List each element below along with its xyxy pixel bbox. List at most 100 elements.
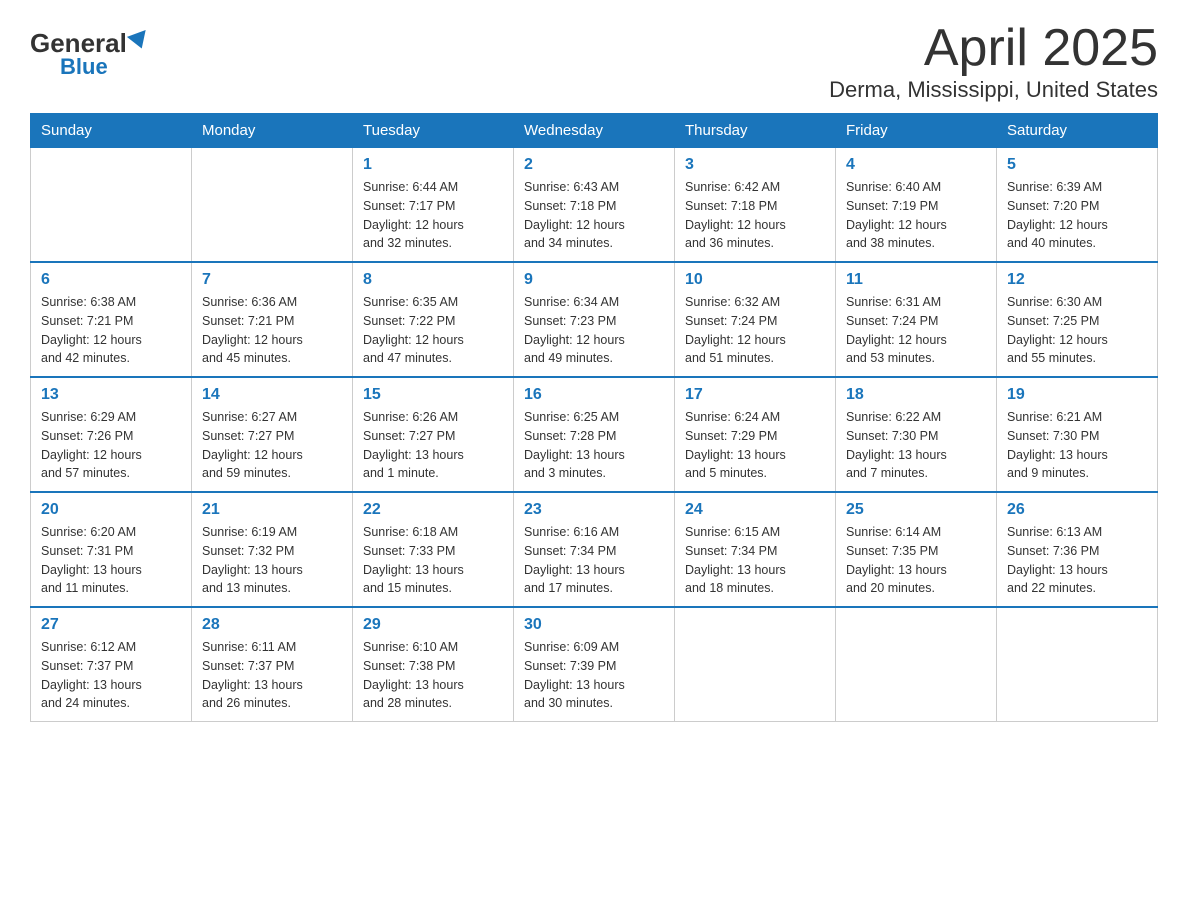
day-number: 26 xyxy=(1007,501,1147,519)
calendar-cell-w2-d4: 17 Sunrise: 6:24 AM Sunset: 7:29 PM Dayli… xyxy=(675,377,836,492)
day-info: Sunrise: 6:10 AM Sunset: 7:38 PM Dayligh… xyxy=(363,638,503,713)
day-info: Sunrise: 6:43 AM Sunset: 7:18 PM Dayligh… xyxy=(524,178,664,253)
calendar-title: April 2025 xyxy=(829,20,1158,77)
day-info: Sunrise: 6:24 AM Sunset: 7:29 PM Dayligh… xyxy=(685,408,825,483)
calendar-cell-w2-d1: 14 Sunrise: 6:27 AM Sunset: 7:27 PM Dayli… xyxy=(192,377,353,492)
day-number: 20 xyxy=(41,501,181,519)
day-info: Sunrise: 6:14 AM Sunset: 7:35 PM Dayligh… xyxy=(846,523,986,598)
calendar-week-4: 27 Sunrise: 6:12 AM Sunset: 7:37 PM Dayli… xyxy=(31,607,1158,722)
header-tuesday: Tuesday xyxy=(353,114,514,148)
day-info: Sunrise: 6:22 AM Sunset: 7:30 PM Dayligh… xyxy=(846,408,986,483)
header-monday: Monday xyxy=(192,114,353,148)
logo-triangle-icon xyxy=(127,30,151,52)
day-number: 8 xyxy=(363,271,503,289)
day-info: Sunrise: 6:19 AM Sunset: 7:32 PM Dayligh… xyxy=(202,523,342,598)
calendar-cell-w3-d2: 22Sunrise: 6:18 AM Sunset: 7:33 PM Dayli… xyxy=(353,492,514,607)
calendar-cell-w3-d0: 20 Sunrise: 6:20 AM Sunset: 7:31 PM Dayli… xyxy=(31,492,192,607)
day-number: 12 xyxy=(1007,271,1147,289)
page-header: General Blue April 2025 Derma, Mississip… xyxy=(30,20,1158,103)
header-wednesday: Wednesday xyxy=(514,114,675,148)
calendar-cell-w3-d6: 26Sunrise: 6:13 AM Sunset: 7:36 PM Dayli… xyxy=(997,492,1158,607)
calendar-cell-w1-d5: 11Sunrise: 6:31 AM Sunset: 7:24 PM Dayli… xyxy=(836,262,997,377)
day-number: 22 xyxy=(363,501,503,519)
calendar-cell-w0-d3: 2 Sunrise: 6:43 AM Sunset: 7:18 PM Daylig… xyxy=(514,148,675,263)
day-number: 2 xyxy=(524,156,664,174)
calendar-cell-w4-d6 xyxy=(997,607,1158,722)
calendar-cell-w2-d5: 18 Sunrise: 6:22 AM Sunset: 7:30 PM Dayli… xyxy=(836,377,997,492)
calendar-subtitle: Derma, Mississippi, United States xyxy=(829,77,1158,103)
calendar-cell-w1-d4: 10 Sunrise: 6:32 AM Sunset: 7:24 PM Dayli… xyxy=(675,262,836,377)
day-number: 24 xyxy=(685,501,825,519)
day-number: 3 xyxy=(685,156,825,174)
calendar-table: Sunday Monday Tuesday Wednesday Thursday… xyxy=(30,113,1158,722)
day-info: Sunrise: 6:35 AM Sunset: 7:22 PM Dayligh… xyxy=(363,293,503,368)
day-number: 29 xyxy=(363,616,503,634)
day-number: 1 xyxy=(363,156,503,174)
day-number: 28 xyxy=(202,616,342,634)
day-number: 17 xyxy=(685,386,825,404)
logo-blue: Blue xyxy=(60,56,108,78)
day-number: 14 xyxy=(202,386,342,404)
day-number: 15 xyxy=(363,386,503,404)
day-number: 19 xyxy=(1007,386,1147,404)
calendar-body: 1 Sunrise: 6:44 AM Sunset: 7:17 PM Daylig… xyxy=(31,148,1158,722)
day-number: 7 xyxy=(202,271,342,289)
day-info: Sunrise: 6:34 AM Sunset: 7:23 PM Dayligh… xyxy=(524,293,664,368)
day-info: Sunrise: 6:36 AM Sunset: 7:21 PM Dayligh… xyxy=(202,293,342,368)
calendar-cell-w1-d3: 9 Sunrise: 6:34 AM Sunset: 7:23 PM Daylig… xyxy=(514,262,675,377)
calendar-cell-w2-d3: 16 Sunrise: 6:25 AM Sunset: 7:28 PM Dayli… xyxy=(514,377,675,492)
title-block: April 2025 Derma, Mississippi, United St… xyxy=(829,20,1158,103)
day-number: 6 xyxy=(41,271,181,289)
calendar-cell-w0-d0 xyxy=(31,148,192,263)
calendar-cell-w4-d4 xyxy=(675,607,836,722)
calendar-cell-w0-d1 xyxy=(192,148,353,263)
calendar-week-1: 6 Sunrise: 6:38 AM Sunset: 7:21 PM Daylig… xyxy=(31,262,1158,377)
calendar-cell-w2-d2: 15 Sunrise: 6:26 AM Sunset: 7:27 PM Dayli… xyxy=(353,377,514,492)
header-row: Sunday Monday Tuesday Wednesday Thursday… xyxy=(31,114,1158,148)
day-number: 13 xyxy=(41,386,181,404)
day-info: Sunrise: 6:25 AM Sunset: 7:28 PM Dayligh… xyxy=(524,408,664,483)
calendar-cell-w1-d0: 6 Sunrise: 6:38 AM Sunset: 7:21 PM Daylig… xyxy=(31,262,192,377)
calendar-cell-w4-d1: 28 Sunrise: 6:11 AM Sunset: 7:37 PM Dayli… xyxy=(192,607,353,722)
day-number: 16 xyxy=(524,386,664,404)
day-info: Sunrise: 6:40 AM Sunset: 7:19 PM Dayligh… xyxy=(846,178,986,253)
day-info: Sunrise: 6:44 AM Sunset: 7:17 PM Dayligh… xyxy=(363,178,503,253)
day-info: Sunrise: 6:27 AM Sunset: 7:27 PM Dayligh… xyxy=(202,408,342,483)
day-number: 9 xyxy=(524,271,664,289)
calendar-cell-w2-d0: 13Sunrise: 6:29 AM Sunset: 7:26 PM Dayli… xyxy=(31,377,192,492)
calendar-week-0: 1 Sunrise: 6:44 AM Sunset: 7:17 PM Daylig… xyxy=(31,148,1158,263)
calendar-cell-w3-d5: 25Sunrise: 6:14 AM Sunset: 7:35 PM Dayli… xyxy=(836,492,997,607)
day-number: 30 xyxy=(524,616,664,634)
calendar-cell-w3-d1: 21Sunrise: 6:19 AM Sunset: 7:32 PM Dayli… xyxy=(192,492,353,607)
day-number: 4 xyxy=(846,156,986,174)
calendar-cell-w1-d1: 7 Sunrise: 6:36 AM Sunset: 7:21 PM Daylig… xyxy=(192,262,353,377)
header-sunday: Sunday xyxy=(31,114,192,148)
day-info: Sunrise: 6:20 AM Sunset: 7:31 PM Dayligh… xyxy=(41,523,181,598)
day-number: 10 xyxy=(685,271,825,289)
calendar-cell-w4-d0: 27 Sunrise: 6:12 AM Sunset: 7:37 PM Dayli… xyxy=(31,607,192,722)
calendar-cell-w4-d2: 29 Sunrise: 6:10 AM Sunset: 7:38 PM Dayli… xyxy=(353,607,514,722)
day-info: Sunrise: 6:26 AM Sunset: 7:27 PM Dayligh… xyxy=(363,408,503,483)
header-saturday: Saturday xyxy=(997,114,1158,148)
day-info: Sunrise: 6:09 AM Sunset: 7:39 PM Dayligh… xyxy=(524,638,664,713)
calendar-cell-w4-d5 xyxy=(836,607,997,722)
day-number: 27 xyxy=(41,616,181,634)
day-number: 23 xyxy=(524,501,664,519)
calendar-week-2: 13Sunrise: 6:29 AM Sunset: 7:26 PM Dayli… xyxy=(31,377,1158,492)
calendar-cell-w2-d6: 19 Sunrise: 6:21 AM Sunset: 7:30 PM Dayli… xyxy=(997,377,1158,492)
logo-general: General xyxy=(30,30,127,56)
calendar-header: Sunday Monday Tuesday Wednesday Thursday… xyxy=(31,114,1158,148)
day-info: Sunrise: 6:39 AM Sunset: 7:20 PM Dayligh… xyxy=(1007,178,1147,253)
calendar-cell-w0-d4: 3Sunrise: 6:42 AM Sunset: 7:18 PM Daylig… xyxy=(675,148,836,263)
day-info: Sunrise: 6:12 AM Sunset: 7:37 PM Dayligh… xyxy=(41,638,181,713)
day-number: 5 xyxy=(1007,156,1147,174)
calendar-cell-w1-d2: 8 Sunrise: 6:35 AM Sunset: 7:22 PM Daylig… xyxy=(353,262,514,377)
day-info: Sunrise: 6:31 AM Sunset: 7:24 PM Dayligh… xyxy=(846,293,986,368)
day-info: Sunrise: 6:38 AM Sunset: 7:21 PM Dayligh… xyxy=(41,293,181,368)
day-info: Sunrise: 6:32 AM Sunset: 7:24 PM Dayligh… xyxy=(685,293,825,368)
day-info: Sunrise: 6:21 AM Sunset: 7:30 PM Dayligh… xyxy=(1007,408,1147,483)
day-info: Sunrise: 6:11 AM Sunset: 7:37 PM Dayligh… xyxy=(202,638,342,713)
header-friday: Friday xyxy=(836,114,997,148)
day-number: 18 xyxy=(846,386,986,404)
day-info: Sunrise: 6:16 AM Sunset: 7:34 PM Dayligh… xyxy=(524,523,664,598)
